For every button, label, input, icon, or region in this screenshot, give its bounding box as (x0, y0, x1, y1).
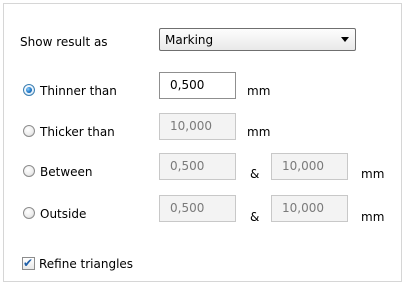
thinner-than-value-input[interactable]: 0,500 (159, 72, 236, 99)
radio-between[interactable] (23, 165, 35, 177)
show-result-selected-value: Marking (165, 33, 214, 47)
show-result-label: Show result as (20, 35, 108, 49)
outside-max-value: 10,000 (282, 201, 324, 215)
outside-label: Outside (40, 207, 87, 221)
checkmark-icon: ✔ (23, 256, 34, 270)
thickness-result-panel: Show result as Marking Thinner than 0,50… (0, 0, 409, 286)
outside-separator: & (250, 210, 260, 224)
between-max-value: 10,000 (282, 159, 324, 173)
between-min-value: 0,500 (170, 159, 205, 173)
outside-min-value: 0,500 (170, 201, 205, 215)
show-result-dropdown[interactable]: Marking (159, 28, 356, 51)
outside-min-input[interactable]: 0,500 (159, 195, 236, 222)
thicker-than-value: 10,000 (170, 119, 212, 133)
chevron-down-icon (341, 37, 349, 42)
between-max-input[interactable]: 10,000 (271, 153, 348, 180)
refine-triangles-label: Refine triangles (39, 257, 134, 271)
radio-outside[interactable] (23, 207, 35, 219)
thinner-than-value: 0,500 (170, 78, 205, 92)
outside-max-input[interactable]: 10,000 (271, 195, 348, 222)
thinner-than-unit: mm (247, 84, 271, 98)
refine-triangles-checkbox[interactable]: ✔ (22, 256, 35, 270)
outside-unit: mm (361, 210, 385, 224)
thinner-than-label: Thinner than (40, 84, 117, 98)
radio-thinner-than[interactable] (23, 84, 35, 96)
between-unit: mm (361, 167, 385, 181)
thicker-than-unit: mm (247, 125, 271, 139)
between-separator: & (250, 167, 260, 181)
thicker-than-value-input[interactable]: 10,000 (159, 113, 236, 140)
radio-selected-dot-icon (26, 87, 32, 93)
between-min-input[interactable]: 0,500 (159, 153, 236, 180)
thicker-than-label: Thicker than (40, 125, 115, 139)
between-label: Between (40, 165, 93, 179)
radio-thicker-than[interactable] (23, 125, 35, 137)
